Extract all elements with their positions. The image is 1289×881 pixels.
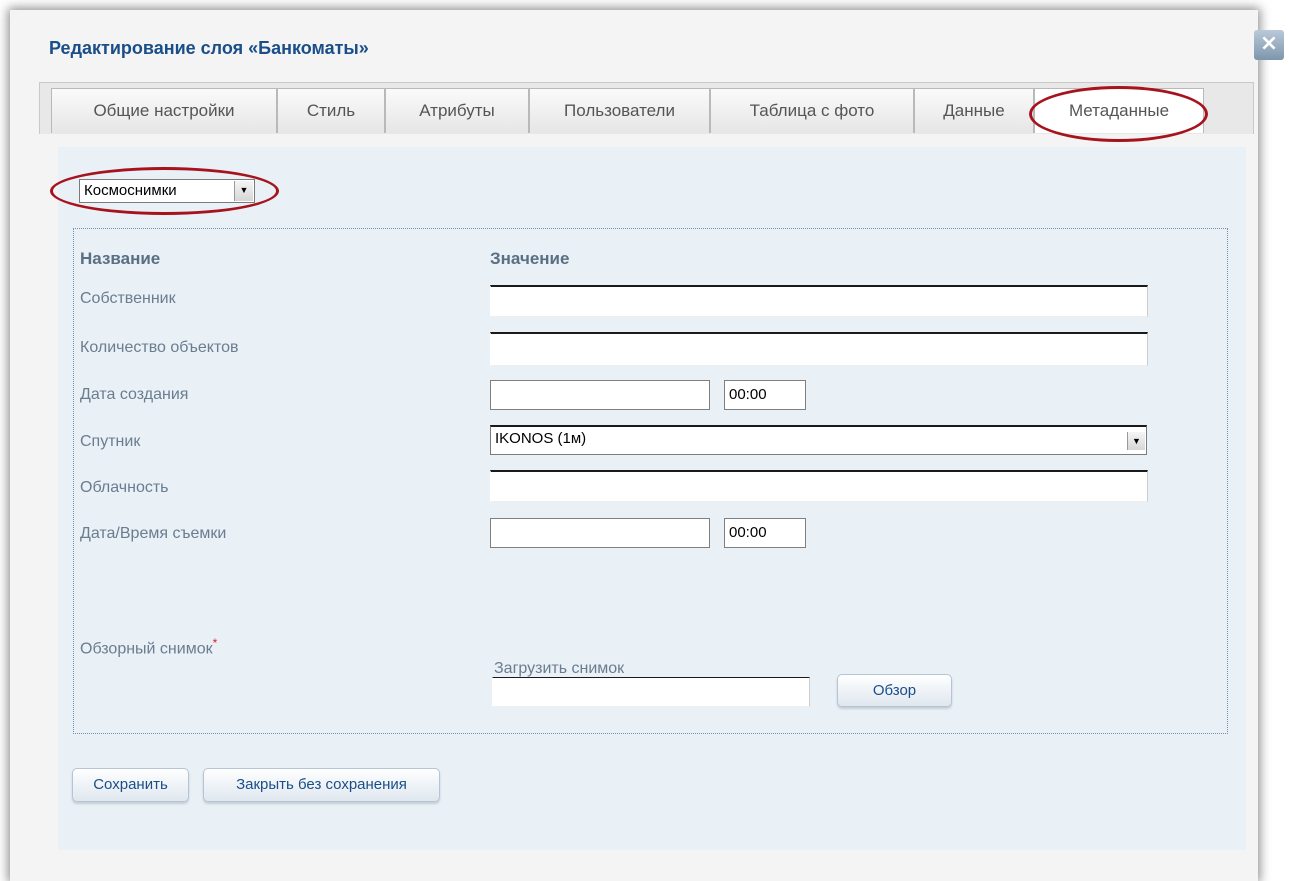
tab-bar: Общие настройки Стиль Атрибуты Пользоват…	[39, 82, 1254, 134]
upload-file-field[interactable]	[492, 677, 810, 707]
preview-label-text: Обзорный снимок	[80, 640, 213, 658]
owner-label: Собственник	[80, 290, 176, 307]
column-header-name: Название	[80, 249, 161, 268]
tab-photo-table[interactable]: Таблица с фото	[710, 88, 914, 133]
save-button[interactable]: Сохранить	[72, 768, 189, 802]
chevron-down-icon[interactable]: ▼	[234, 181, 253, 201]
dialog-title: Редактирование слоя «Банкоматы»	[49, 38, 369, 58]
chevron-down-icon[interactable]: ▼	[1127, 432, 1145, 450]
satellite-select[interactable]: IKONOS (1м) ▼	[490, 425, 1147, 455]
shot-date-field[interactable]	[490, 518, 710, 548]
column-header-value: Значение	[490, 249, 570, 268]
tab-users[interactable]: Пользователи	[529, 88, 710, 133]
shot-time-field[interactable]: 00:00	[724, 518, 806, 548]
created-time-field[interactable]: 00:00	[724, 380, 806, 410]
created-date-field[interactable]	[490, 380, 710, 410]
satellite-label: Спутник	[80, 433, 141, 450]
satellite-value: IKONOS (1м)	[495, 430, 587, 447]
cloudiness-label: Облачность	[80, 479, 169, 496]
close-icon[interactable]: ×	[1254, 30, 1284, 60]
upload-label: Загрузить снимок	[494, 660, 625, 677]
browse-button[interactable]: Обзор	[837, 674, 952, 707]
shot-datetime-label: Дата/Время съемки	[80, 525, 227, 542]
created-date-label: Дата создания	[80, 386, 189, 403]
object-count-label: Количество объектов	[80, 339, 239, 356]
tab-general-settings[interactable]: Общие настройки	[51, 88, 277, 133]
metadata-type-select[interactable]: Космоснимки ▼	[79, 179, 255, 203]
object-count-field[interactable]	[490, 332, 1148, 366]
metadata-type-value: Космоснимки	[84, 182, 177, 199]
required-mark: *	[212, 636, 218, 650]
tab-metadata[interactable]: Метаданные	[1034, 88, 1204, 133]
cloudiness-field[interactable]	[490, 470, 1148, 502]
close-without-saving-button[interactable]: Закрыть без сохранения	[203, 768, 440, 802]
owner-field[interactable]	[490, 285, 1148, 317]
tab-style[interactable]: Стиль	[277, 88, 385, 133]
tab-attributes[interactable]: Атрибуты	[385, 88, 529, 133]
preview-label: Обзорный снимок*	[80, 636, 217, 658]
tab-data[interactable]: Данные	[914, 88, 1034, 133]
